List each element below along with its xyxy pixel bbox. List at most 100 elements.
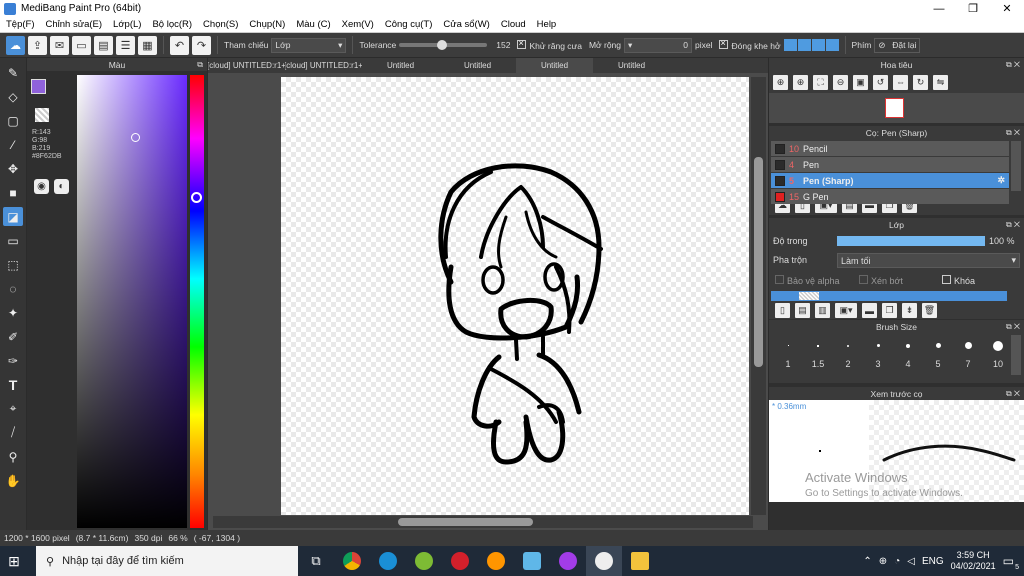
reset-button[interactable]: ⊘ Đặt lại <box>874 37 921 53</box>
lasso-tool-icon[interactable]: ◌ <box>3 279 23 298</box>
float-icon[interactable]: ⧉ ✕ <box>1006 322 1020 332</box>
zoom-in-icon[interactable]: ⊕ <box>773 74 788 90</box>
chrome-icon[interactable] <box>334 546 370 576</box>
brush-item-gpen[interactable]: 15 G Pen <box>771 189 1009 204</box>
share-icon[interactable]: ⇪ <box>28 35 47 55</box>
firefox-icon[interactable] <box>478 546 514 576</box>
tab-untitled-3[interactable]: Untitled <box>516 58 593 73</box>
language-indicator[interactable]: ENG <box>922 556 944 567</box>
primary-color-swatch[interactable] <box>31 79 46 94</box>
navigator-thumbnail[interactable] <box>885 98 904 118</box>
undo-icon[interactable]: ↶ <box>170 35 189 55</box>
grid-icon[interactable]: ▦ <box>138 35 157 55</box>
menu-view[interactable]: Xem(V) <box>342 19 374 30</box>
notes-app-icon[interactable] <box>514 546 550 576</box>
brush-list-scrollbar[interactable] <box>1011 141 1021 191</box>
horizontal-scrollbar[interactable] <box>213 516 753 528</box>
network-icon[interactable]: ⊕ <box>879 556 887 567</box>
minimize-button[interactable]: — <box>922 0 956 17</box>
zoom-in-icon[interactable]: ⊕ <box>793 74 808 90</box>
fill-rect-tool-icon[interactable]: ■ <box>3 183 23 202</box>
hand-tool-icon[interactable]: ✋ <box>3 471 23 490</box>
bucket-tool-icon[interactable]: ◪ <box>3 207 23 226</box>
float-icon[interactable]: ⧉ ✕ <box>1006 389 1020 399</box>
float-icon[interactable]: ⧉ ✕ <box>1006 60 1020 70</box>
navigator-preview[interactable] <box>769 93 1024 123</box>
brush-size-scrollbar[interactable] <box>1011 335 1021 375</box>
menu-file[interactable]: Tệp(F) <box>6 19 35 30</box>
brush-item-pen-sharp[interactable]: 5 Pen (Sharp) ✲ <box>771 173 1009 188</box>
expand-stepper[interactable]: ▾ 0 <box>624 37 692 53</box>
float-icon[interactable]: ⧉ ✕ <box>1006 128 1020 138</box>
lock-checkbox[interactable]: Khóa <box>942 275 975 286</box>
flip-icon[interactable]: ⇋ <box>933 74 948 90</box>
chevron-up-icon[interactable]: ⌃ <box>863 556 871 567</box>
actual-size-icon[interactable]: ▣ <box>853 74 868 90</box>
opacity-slider[interactable] <box>837 236 985 246</box>
menu-color[interactable]: Màu (C) <box>296 19 330 30</box>
merge-down-icon[interactable]: ⇟ <box>902 303 917 318</box>
divide-tool-icon[interactable]: ⧸ <box>3 423 23 442</box>
brush-size-4[interactable]: 4 <box>893 333 923 383</box>
vertical-scrollbar[interactable] <box>751 77 766 515</box>
saturation-value-picker[interactable] <box>77 75 187 528</box>
antialias-checkbox[interactable]: Khử răng cưa <box>517 38 582 51</box>
brush-item-pencil[interactable]: 10 Pencil <box>771 141 1009 156</box>
select-rect-icon[interactable]: ⬚ <box>3 255 23 274</box>
blend-select[interactable]: Làm tối ▾ <box>837 253 1020 268</box>
operation-tool-icon[interactable]: ⌖ <box>3 399 23 418</box>
drawing-canvas[interactable] <box>281 77 749 515</box>
protect-alpha-checkbox[interactable]: Bảo vệ alpha <box>775 275 840 286</box>
wifi-icon[interactable]: ◔ <box>894 556 900 567</box>
edge-icon[interactable] <box>370 546 406 576</box>
zoom-out-icon[interactable]: ⊖ <box>833 74 848 90</box>
layer-row-selected[interactable] <box>771 291 1007 301</box>
brush-size-1[interactable]: 1 <box>773 333 803 383</box>
fit-screen-icon[interactable]: ⛶ <box>813 74 828 90</box>
task-view-icon[interactable]: ⧉ <box>298 546 334 576</box>
close-gap-checkbox[interactable]: Đóng khe hở <box>719 38 781 51</box>
menu-help[interactable]: Help <box>537 19 557 30</box>
duplicate-layer-icon[interactable]: ❐ <box>882 303 897 318</box>
taskbar-search-box[interactable]: ⚲ Nhập tại đây để tìm kiếm <box>36 546 298 576</box>
slider-handle[interactable] <box>437 40 448 50</box>
hue-cursor[interactable] <box>191 192 202 203</box>
tab-untitled-4[interactable]: Untitled <box>593 58 670 73</box>
trash-icon[interactable]: 🗑 <box>922 303 937 318</box>
transparent-swatch[interactable] <box>35 108 49 122</box>
tab-untitled-1[interactable]: Untitled <box>362 58 439 73</box>
brush-size-7[interactable]: 7 <box>953 333 983 383</box>
gap-level-selector[interactable] <box>783 39 839 51</box>
cloud-icon[interactable]: ☁ <box>6 35 25 55</box>
select-pen-icon[interactable]: ✐ <box>3 327 23 346</box>
redo-icon[interactable]: ↷ <box>192 35 211 55</box>
windows-start-icon[interactable]: ⊞ <box>0 553 28 570</box>
notification-icon[interactable]: ▭ 5 <box>1003 554 1019 571</box>
rotate-left-icon[interactable]: ↺ <box>873 74 888 90</box>
brush-tool-icon[interactable]: ✎ <box>3 63 23 82</box>
select-eraser-icon[interactable]: ✑ <box>3 351 23 370</box>
clip-checkbox[interactable]: Xén bớt <box>859 275 903 286</box>
palette-icon[interactable]: ◉ <box>34 179 49 194</box>
eyedropper-icon[interactable]: ⚲ <box>3 447 23 466</box>
vertical-scroll-thumb[interactable] <box>754 157 763 367</box>
tab-cloud-1[interactable]: [cloud] UNTITLED:r1+ <box>208 58 285 73</box>
gear-icon[interactable]: ✲ <box>997 175 1005 186</box>
gradient-tool-icon[interactable]: ▭ <box>3 231 23 250</box>
medibang-taskbar-icon[interactable] <box>586 546 622 576</box>
brush-size-5[interactable]: 5 <box>923 333 953 383</box>
new-layer-icon[interactable]: ▯ <box>775 303 790 318</box>
menu-snap[interactable]: Chụp(N) <box>249 19 285 30</box>
eraser-tool-icon[interactable]: ◇ <box>3 87 23 106</box>
rotate-right-icon[interactable]: ↻ <box>913 74 928 90</box>
chat-icon[interactable]: ▭ <box>72 35 91 55</box>
magic-wand-icon[interactable]: ✦ <box>3 303 23 322</box>
sv-cursor[interactable] <box>131 133 140 142</box>
document-icon[interactable]: ▤ <box>94 35 113 55</box>
reference-select[interactable]: Lớp ▾ <box>271 37 347 53</box>
tolerance-slider[interactable] <box>399 40 488 50</box>
menu-edit[interactable]: Chỉnh sửa(E) <box>46 19 103 30</box>
comment-icon[interactable]: ✉ <box>50 35 69 55</box>
tab-cloud-2[interactable]: [cloud] UNTITLED:r1+ <box>285 58 362 73</box>
new-halftone-layer-icon[interactable]: ▤ <box>795 303 810 318</box>
